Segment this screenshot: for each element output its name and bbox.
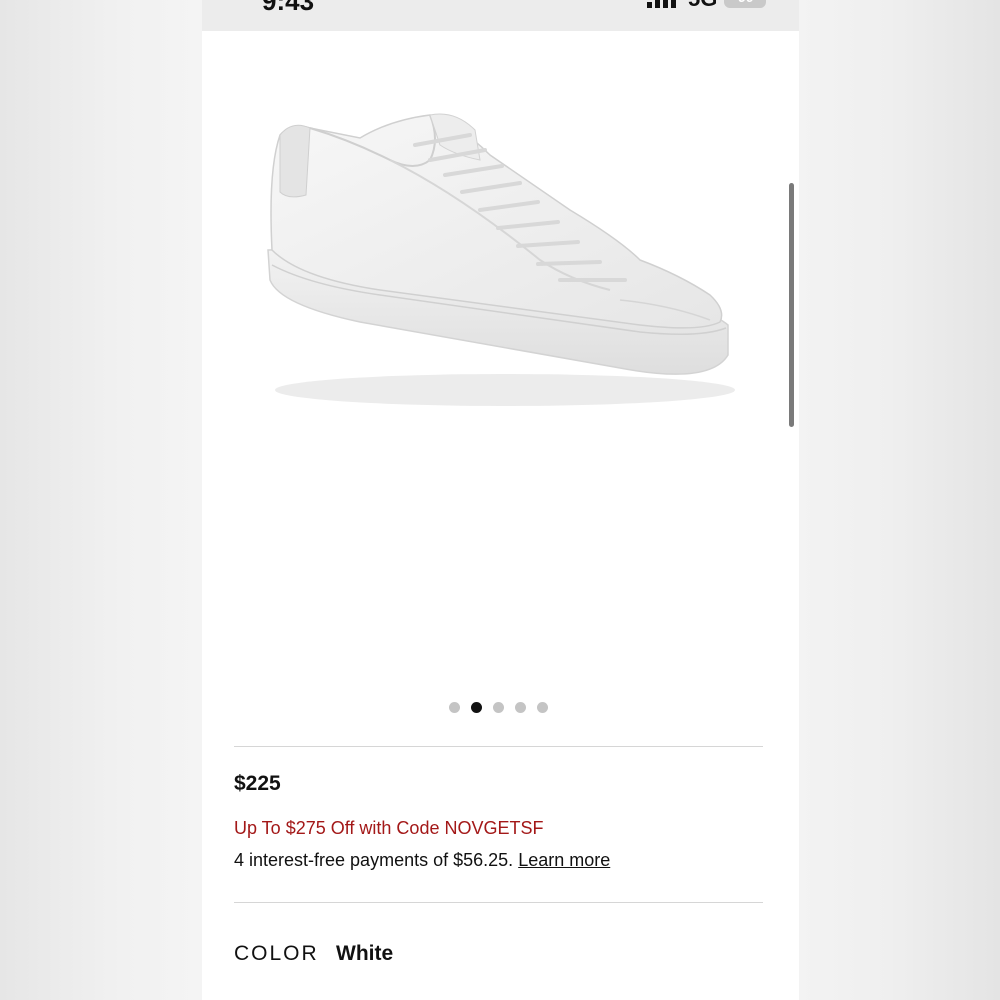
installments-row: 4 interest-free payments of $56.25. Lear… <box>234 850 610 871</box>
sneaker-image[interactable] <box>240 100 750 420</box>
divider <box>234 746 763 747</box>
installments-text: 4 interest-free payments of $56.25. <box>234 850 514 870</box>
battery-level: 90 <box>738 0 754 5</box>
color-value: White <box>336 942 394 965</box>
divider <box>234 902 763 903</box>
scrollbar[interactable] <box>789 183 794 427</box>
status-bar: 9:43 5G 90 <box>0 0 1000 31</box>
learn-more-link[interactable]: Learn more <box>518 850 610 870</box>
background-right <box>799 0 1000 1000</box>
carousel-dot[interactable] <box>493 702 504 713</box>
background-left <box>0 0 202 1000</box>
carousel-dot-active[interactable] <box>471 702 482 713</box>
status-time: 9:43 <box>262 0 315 16</box>
carousel-dot[interactable] <box>449 702 460 713</box>
network-label: 5G <box>688 0 717 12</box>
signal-icon <box>647 0 676 8</box>
carousel-dots[interactable] <box>449 702 559 714</box>
product-price: $225 <box>234 772 281 795</box>
carousel-dot[interactable] <box>515 702 526 713</box>
promo-text: Up To $275 Off with Code NOVGETSF <box>234 818 544 838</box>
color-label: COLOR <box>234 942 319 965</box>
carousel-dot[interactable] <box>537 702 548 713</box>
